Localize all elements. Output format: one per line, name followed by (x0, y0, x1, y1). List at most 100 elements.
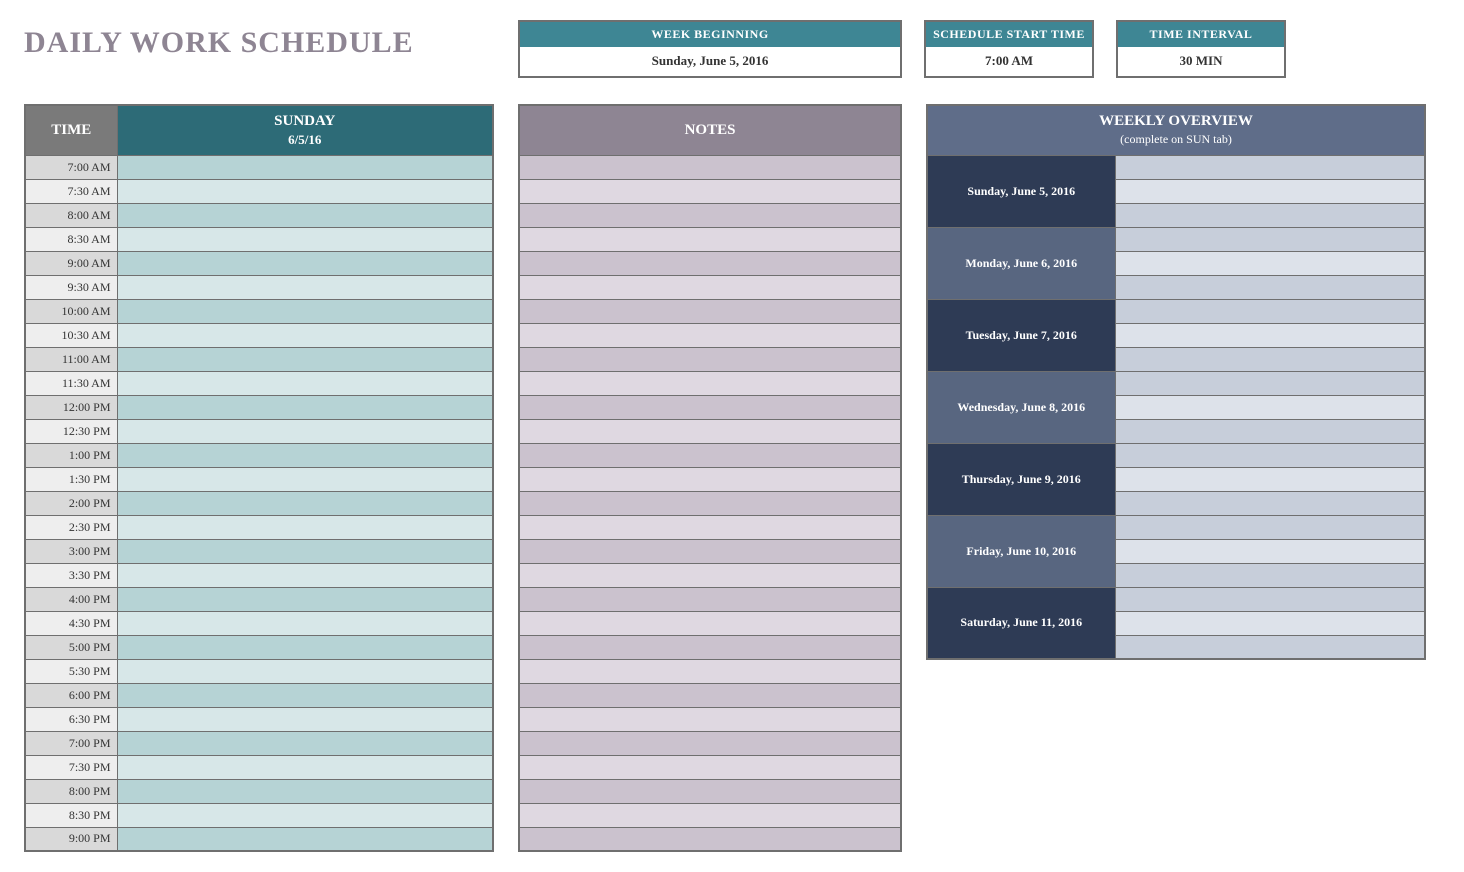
notes-row (519, 539, 901, 563)
overview-value-cell[interactable] (1115, 251, 1425, 275)
overview-value-cell[interactable] (1115, 443, 1425, 467)
overview-value-cell[interactable] (1115, 563, 1425, 587)
notes-cell[interactable] (519, 659, 901, 683)
overview-value-cell[interactable] (1115, 227, 1425, 251)
overview-value-cell[interactable] (1115, 203, 1425, 227)
schedule-slot[interactable] (117, 587, 493, 611)
overview-value-cell[interactable] (1115, 155, 1425, 179)
notes-cell[interactable] (519, 203, 901, 227)
notes-cell[interactable] (519, 755, 901, 779)
schedule-slot[interactable] (117, 731, 493, 755)
notes-cell[interactable] (519, 299, 901, 323)
overview-value-cell[interactable] (1115, 275, 1425, 299)
schedule-row: 8:30 AM (25, 227, 493, 251)
notes-cell[interactable] (519, 683, 901, 707)
notes-cell[interactable] (519, 179, 901, 203)
schedule-slot[interactable] (117, 419, 493, 443)
schedule-row: 5:30 PM (25, 659, 493, 683)
schedule-slot[interactable] (117, 443, 493, 467)
notes-cell[interactable] (519, 227, 901, 251)
schedule-slot[interactable] (117, 203, 493, 227)
schedule-slot[interactable] (117, 827, 493, 851)
schedule-slot[interactable] (117, 779, 493, 803)
overview-value-cell[interactable] (1115, 419, 1425, 443)
schedule-slot[interactable] (117, 155, 493, 179)
notes-cell[interactable] (519, 635, 901, 659)
schedule-slot[interactable] (117, 227, 493, 251)
notes-cell[interactable] (519, 563, 901, 587)
overview-row: Friday, June 10, 2016 (927, 515, 1425, 539)
time-cell: 8:00 PM (25, 779, 117, 803)
schedule-slot[interactable] (117, 299, 493, 323)
notes-cell[interactable] (519, 347, 901, 371)
notes-table: NOTES (518, 104, 902, 852)
schedule-slot[interactable] (117, 803, 493, 827)
notes-cell[interactable] (519, 707, 901, 731)
notes-row (519, 419, 901, 443)
notes-cell[interactable] (519, 371, 901, 395)
overview-value-cell[interactable] (1115, 515, 1425, 539)
time-cell: 11:30 AM (25, 371, 117, 395)
notes-cell[interactable] (519, 827, 901, 851)
schedule-slot[interactable] (117, 755, 493, 779)
notes-cell[interactable] (519, 515, 901, 539)
overview-value-cell[interactable] (1115, 395, 1425, 419)
notes-row (519, 659, 901, 683)
schedule-slot[interactable] (117, 323, 493, 347)
notes-cell[interactable] (519, 251, 901, 275)
schedule-slot[interactable] (117, 659, 493, 683)
schedule-slot[interactable] (117, 611, 493, 635)
overview-value-cell[interactable] (1115, 539, 1425, 563)
overview-value-cell[interactable] (1115, 467, 1425, 491)
notes-cell[interactable] (519, 539, 901, 563)
schedule-slot[interactable] (117, 251, 493, 275)
notes-cell[interactable] (519, 395, 901, 419)
schedule-slot[interactable] (117, 635, 493, 659)
overview-value-cell[interactable] (1115, 299, 1425, 323)
week-beginning-value[interactable]: Sunday, June 5, 2016 (520, 47, 900, 76)
schedule-slot[interactable] (117, 563, 493, 587)
notes-cell[interactable] (519, 587, 901, 611)
notes-cell[interactable] (519, 443, 901, 467)
notes-cell[interactable] (519, 803, 901, 827)
overview-row: Wednesday, June 8, 2016 (927, 371, 1425, 395)
notes-cell[interactable] (519, 611, 901, 635)
schedule-slot[interactable] (117, 275, 493, 299)
notes-cell[interactable] (519, 467, 901, 491)
schedule-row: 2:30 PM (25, 515, 493, 539)
overview-value-cell[interactable] (1115, 491, 1425, 515)
notes-cell[interactable] (519, 419, 901, 443)
time-interval-value[interactable]: 30 MIN (1118, 47, 1284, 76)
overview-value-cell[interactable] (1115, 323, 1425, 347)
schedule-slot[interactable] (117, 707, 493, 731)
notes-cell[interactable] (519, 323, 901, 347)
notes-cell[interactable] (519, 491, 901, 515)
overview-value-cell[interactable] (1115, 587, 1425, 611)
time-cell: 3:30 PM (25, 563, 117, 587)
overview-value-cell[interactable] (1115, 179, 1425, 203)
time-cell: 7:30 AM (25, 179, 117, 203)
notes-cell[interactable] (519, 731, 901, 755)
schedule-slot[interactable] (117, 371, 493, 395)
schedule-slot[interactable] (117, 515, 493, 539)
schedule-slot[interactable] (117, 347, 493, 371)
notes-cell[interactable] (519, 275, 901, 299)
notes-row (519, 803, 901, 827)
schedule-slot[interactable] (117, 539, 493, 563)
schedule-slot[interactable] (117, 491, 493, 515)
schedule-start-time-label: SCHEDULE START TIME (926, 22, 1092, 47)
time-cell: 8:00 AM (25, 203, 117, 227)
schedule-start-time-value[interactable]: 7:00 AM (926, 47, 1092, 76)
overview-value-cell[interactable] (1115, 371, 1425, 395)
notes-cell[interactable] (519, 779, 901, 803)
overview-value-cell[interactable] (1115, 611, 1425, 635)
schedule-slot[interactable] (117, 683, 493, 707)
overview-value-cell[interactable] (1115, 347, 1425, 371)
overview-value-cell[interactable] (1115, 635, 1425, 659)
schedule-slot[interactable] (117, 467, 493, 491)
schedule-slot[interactable] (117, 395, 493, 419)
time-column-header: TIME (25, 105, 117, 155)
notes-row (519, 227, 901, 251)
schedule-slot[interactable] (117, 179, 493, 203)
notes-cell[interactable] (519, 155, 901, 179)
